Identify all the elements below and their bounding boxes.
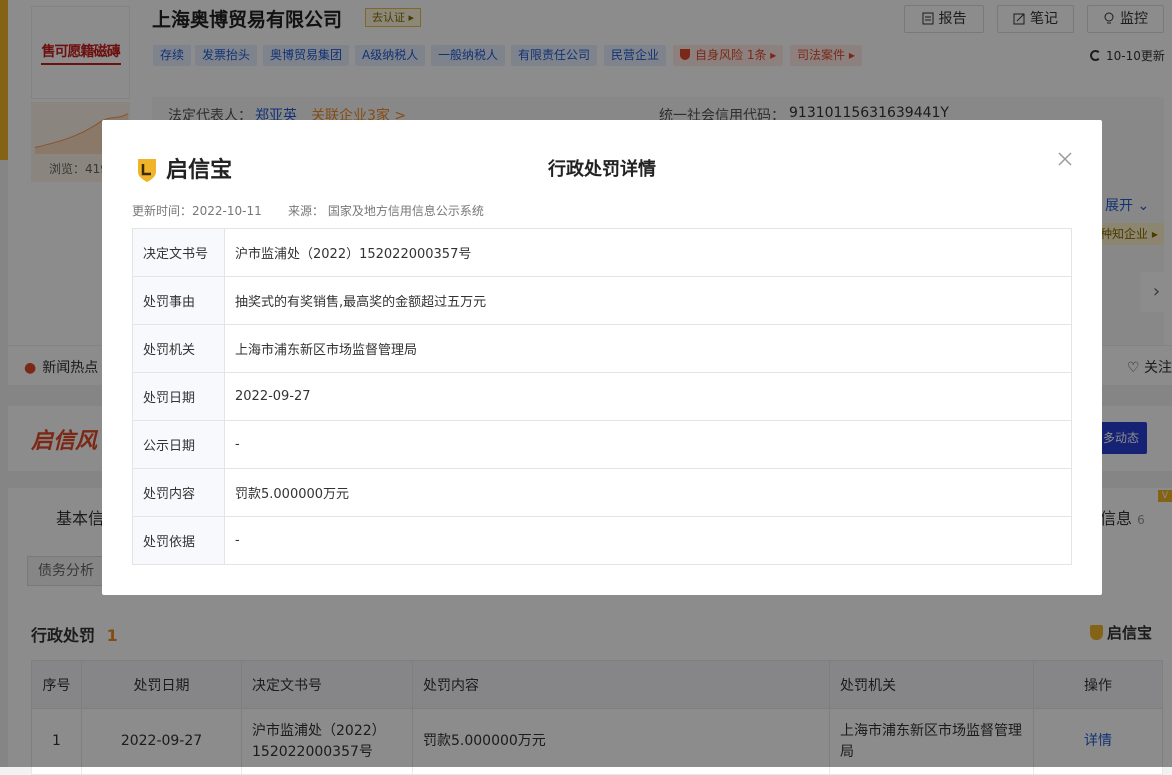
detail-label: 处罚依据 <box>132 516 225 565</box>
penalty-detail-table: 决定文书号 沪市监浦处（2022）152022000357号 处罚事由 抽奖式的有奖… <box>132 228 1072 565</box>
detail-value: 抽奖式的有奖销售,最高奖的金额超过五万元 <box>224 276 1072 325</box>
detail-value: 2022-09-27 <box>224 372 1072 421</box>
modal-source: 来源： 国家及地方信用信息公示系统 <box>288 204 484 218</box>
detail-row-publish-date: 公示日期 - <box>132 420 1072 469</box>
detail-row-basis: 处罚依据 - <box>132 516 1072 565</box>
detail-row-content: 处罚内容 罚款5.000000万元 <box>132 468 1072 517</box>
detail-value: 上海市浦东新区市场监督管理局 <box>224 324 1072 373</box>
modal-title: 行政处罚详情 <box>548 159 656 180</box>
detail-row-authority: 处罚机关 上海市浦东新区市场监督管理局 <box>132 324 1072 373</box>
detail-row-penalty-date: 处罚日期 2022-09-27 <box>132 372 1072 421</box>
modal-update-time: 更新时间：2022-10-11 <box>132 204 262 218</box>
detail-label: 决定文书号 <box>132 228 225 277</box>
close-icon[interactable] <box>1055 149 1075 169</box>
detail-label: 公示日期 <box>132 420 225 469</box>
detail-label: 处罚事由 <box>132 276 225 325</box>
detail-row-doc-no: 决定文书号 沪市监浦处（2022）152022000357号 <box>132 228 1072 277</box>
detail-label: 处罚内容 <box>132 468 225 517</box>
detail-label: 处罚机关 <box>132 324 225 373</box>
penalty-detail-modal: 启信宝 行政处罚详情 更新时间：2022-10-11 来源： 国家及地方信用信息… <box>102 120 1102 595</box>
detail-value: - <box>224 516 1072 565</box>
detail-value: 罚款5.000000万元 <box>224 468 1072 517</box>
detail-value: - <box>224 420 1072 469</box>
detail-row-reason: 处罚事由 抽奖式的有奖销售,最高奖的金额超过五万元 <box>132 276 1072 325</box>
detail-label: 处罚日期 <box>132 372 225 421</box>
detail-value: 沪市监浦处（2022）152022000357号 <box>224 228 1072 277</box>
